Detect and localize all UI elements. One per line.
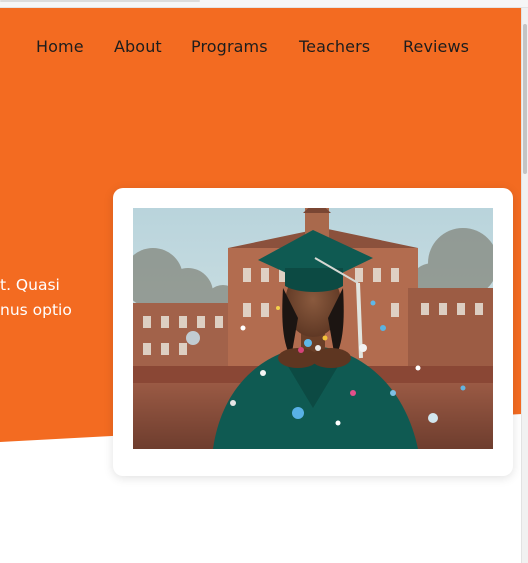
tab-indicator	[0, 0, 200, 2]
hero-image-card	[113, 188, 513, 476]
graduate-photo	[133, 208, 493, 449]
page-scrollbar[interactable]	[521, 8, 528, 563]
scrollbar-thumb[interactable]	[523, 24, 527, 174]
main-nav: Home About Programs Teachers Reviews	[0, 37, 522, 61]
browser-top-strip	[0, 0, 528, 8]
nav-reviews-link[interactable]: Reviews	[403, 37, 469, 56]
nav-home-link[interactable]: Home	[36, 37, 84, 56]
nav-about-link[interactable]: About	[114, 37, 162, 56]
nav-programs-link[interactable]: Programs	[191, 37, 268, 56]
hero-text-line-2: nus optio	[0, 301, 72, 319]
nav-teachers-link[interactable]: Teachers	[299, 37, 370, 56]
hero-text-line-1: t. Quasi	[0, 276, 60, 294]
